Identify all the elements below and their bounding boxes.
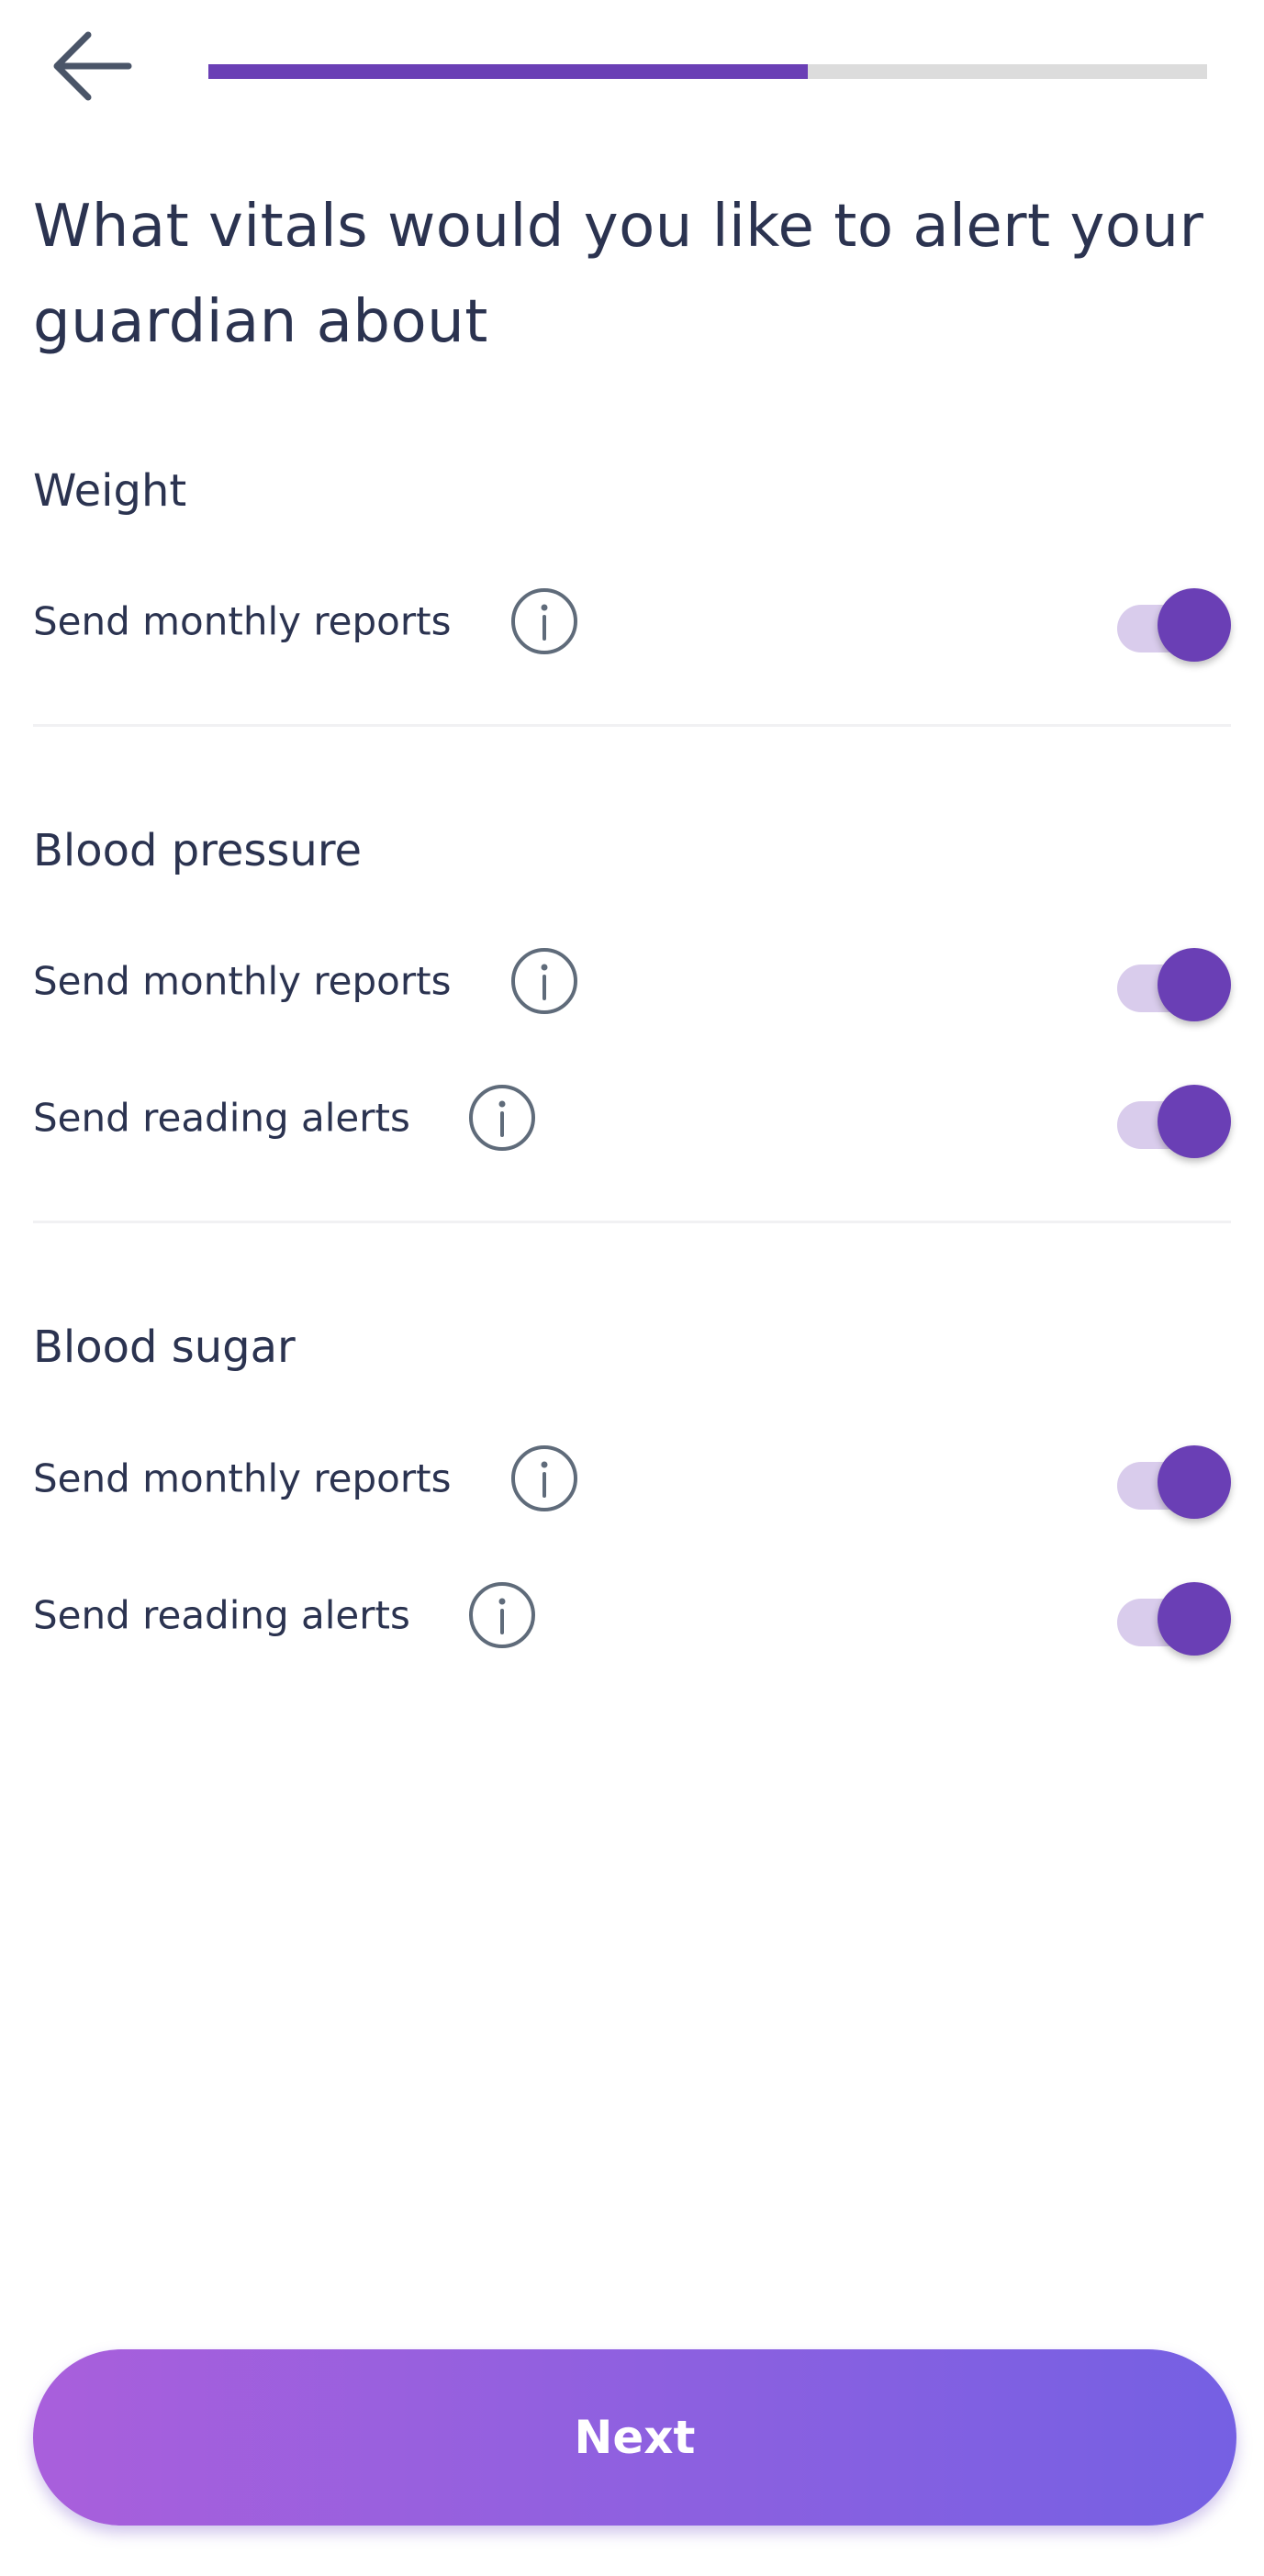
info-icon[interactable]	[468, 1084, 536, 1152]
arrow-left-icon	[53, 31, 132, 101]
weight-monthly-reports-toggle[interactable]	[1106, 585, 1231, 662]
row-weight-monthly-reports: Send monthly reports	[33, 580, 1231, 663]
row-blood-sugar-monthly-reports: Send monthly reports	[33, 1437, 1231, 1520]
info-icon[interactable]	[510, 947, 578, 1015]
info-icon[interactable]	[468, 1581, 536, 1649]
toggle-knob	[1158, 1085, 1231, 1158]
info-icon[interactable]	[510, 1444, 578, 1512]
back-button[interactable]	[46, 20, 138, 112]
divider	[33, 724, 1231, 727]
section-title-blood-pressure: Blood pressure	[33, 825, 363, 876]
row-label: Send monthly reports	[33, 1455, 452, 1501]
divider	[33, 1221, 1231, 1223]
toggle-knob	[1158, 1582, 1231, 1656]
toggle-knob	[1158, 1445, 1231, 1519]
row-label: Send reading alerts	[33, 1592, 410, 1638]
row-blood-pressure-monthly-reports: Send monthly reports	[33, 940, 1231, 1022]
row-label: Send monthly reports	[33, 958, 452, 1004]
toggle-knob	[1158, 588, 1231, 662]
next-button[interactable]: Next	[33, 2349, 1236, 2526]
row-blood-pressure-reading-alerts: Send reading alerts	[33, 1076, 1231, 1159]
section-title-blood-sugar: Blood sugar	[33, 1321, 296, 1373]
progress-bar	[208, 64, 1207, 79]
blood-sugar-monthly-reports-toggle[interactable]	[1106, 1442, 1231, 1519]
page-title: What vitals would you like to alert your…	[33, 193, 1204, 356]
section-title-weight: Weight	[33, 465, 187, 517]
row-label: Send reading alerts	[33, 1095, 410, 1141]
progress-bar-fill	[208, 64, 808, 79]
blood-sugar-reading-alerts-toggle[interactable]	[1106, 1578, 1231, 1656]
toggle-knob	[1158, 948, 1231, 1021]
info-icon[interactable]	[510, 587, 578, 655]
blood-pressure-reading-alerts-toggle[interactable]	[1106, 1081, 1231, 1158]
blood-pressure-monthly-reports-toggle[interactable]	[1106, 944, 1231, 1021]
row-label: Send monthly reports	[33, 598, 452, 644]
row-blood-sugar-reading-alerts: Send reading alerts	[33, 1574, 1231, 1656]
